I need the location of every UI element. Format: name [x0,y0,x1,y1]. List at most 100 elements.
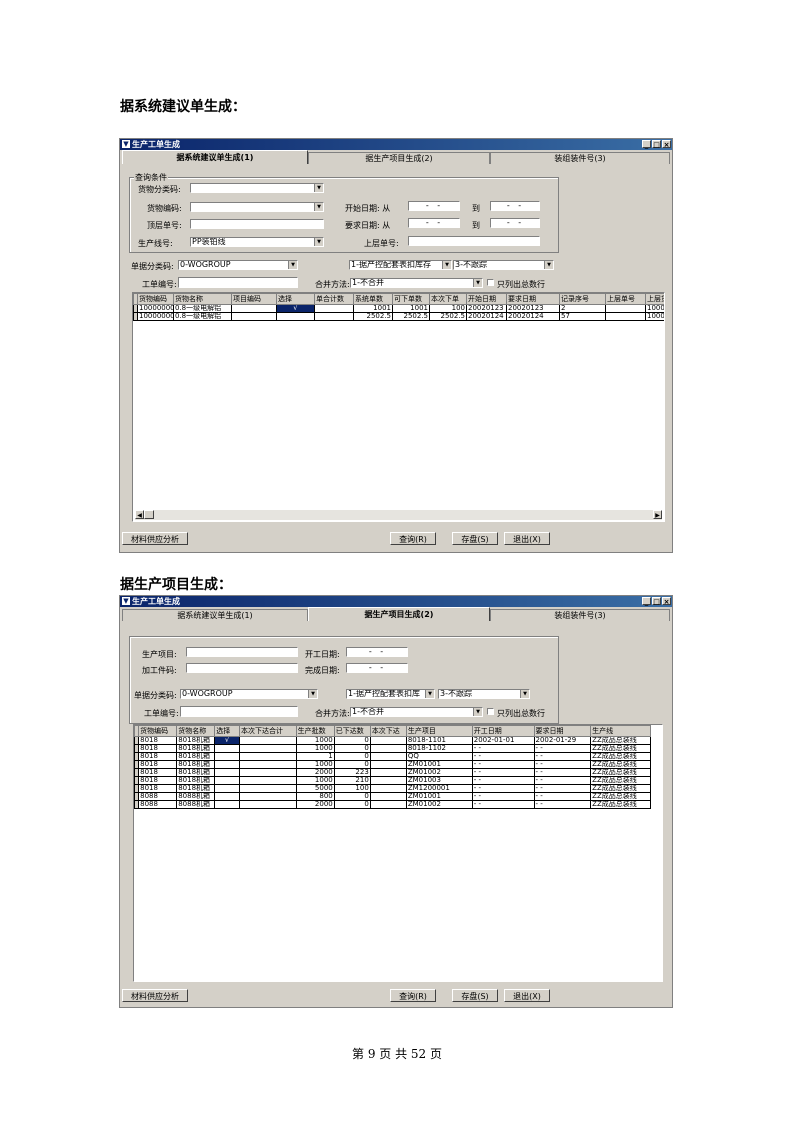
scroll-right-icon[interactable]: ▶ [653,510,662,519]
table-cell[interactable]: 20020123 [506,304,560,313]
column-header[interactable]: 生产线 [590,725,651,737]
tab-assembly-part[interactable]: 装组装件号(3) [490,152,670,164]
table-cell[interactable]: ZM01001 [405,792,473,801]
table-cell[interactable]: 8088 [138,792,178,801]
table-cell[interactable]: 0 [333,752,371,761]
table-cell[interactable] [239,784,297,793]
table-cell[interactable] [369,736,407,745]
close-icon[interactable]: × [662,140,671,149]
doc-category-select[interactable]: 0-WOGROUP ▼ [180,689,318,699]
table-cell[interactable] [231,304,277,313]
table-cell[interactable]: ZZ成品总装线 [590,744,651,753]
table-cell[interactable]: ZZ成品总装线 [590,776,651,785]
table-cell[interactable]: 2000 [295,800,335,809]
table-row[interactable]: 8018 8018机箱 1000 0 8018-1102- -- - ZZ成品总装线 [134,744,651,753]
table-cell[interactable]: 20020124 [466,312,507,321]
category-select[interactable]: ▼ [190,183,324,193]
req-date-to-input[interactable]: - - [490,218,540,228]
table-cell[interactable]: 2 [559,304,606,313]
table-cell[interactable] [239,776,297,785]
maximize-icon[interactable]: □ [652,597,661,606]
column-header[interactable]: 选择 [214,725,240,737]
column-header[interactable]: 上层货 [645,293,664,305]
table-row[interactable]: 8018 8018机箱 1000 210 ZM01003- -- - ZZ成品总装线 [134,776,651,785]
column-header[interactable]: 可下单数 [392,293,430,305]
tab-production-project[interactable]: 据生产项目生成(2) [308,152,490,164]
table-cell[interactable]: ZM01003 [405,776,473,785]
table-cell[interactable]: √ [276,304,315,313]
table-cell[interactable] [214,776,240,785]
table-cell[interactable]: 1000 [295,744,335,753]
material-supply-button[interactable]: 材料供应分析 [122,989,188,1002]
table-cell[interactable] [369,784,407,793]
table-cell[interactable] [239,760,297,769]
column-header[interactable]: 货物编码 [137,293,174,305]
table-cell[interactable]: 100000 [645,312,664,321]
column-header[interactable]: 选择 [276,293,315,305]
query-button[interactable]: 查询(R) [390,532,436,545]
table-cell[interactable]: 223 [333,768,371,777]
table-cell[interactable] [314,312,354,321]
table-row[interactable]: 8018 8018机箱 2000 223 ZM01002- -- - ZZ成品总装线 [134,768,651,777]
table-cell[interactable]: 1000 [295,736,335,745]
table-cell[interactable]: 1 [295,752,335,761]
column-header[interactable]: 本次下达 [369,725,407,737]
table-cell[interactable]: - - [533,792,592,801]
table-cell[interactable]: 2502.5 [353,312,393,321]
column-header[interactable]: 已下达数 [333,725,371,737]
merge-select[interactable]: 1-不合并 ▼ [350,278,483,288]
table-cell[interactable]: 8018机箱 [176,736,216,745]
table-cell[interactable] [214,752,240,761]
column-header[interactable]: 上层单号 [605,293,646,305]
column-header[interactable]: 货物编码 [138,725,178,737]
column-header[interactable]: 开工日期 [471,725,535,737]
minimize-icon[interactable]: _ [642,597,651,606]
column-header[interactable]: 单合计数 [314,293,354,305]
doc-category-select[interactable]: 0-WOGROUP ▼ [178,260,298,270]
start-date-from-input[interactable]: - - [408,201,460,211]
table-cell[interactable]: 1001 [353,304,393,313]
top-order-input[interactable] [190,219,324,229]
save-button[interactable]: 存盘(S) [452,532,498,545]
order-no-input[interactable] [180,706,298,717]
table-cell[interactable] [239,736,297,745]
table-cell[interactable]: 100 [429,304,467,313]
req-date-from-input[interactable]: - - [408,218,460,228]
table-cell[interactable] [214,784,240,793]
scroll-left-icon[interactable]: ◀ [135,510,144,519]
table-cell[interactable]: 2000 [295,768,335,777]
table-cell[interactable]: 8018机箱 [176,784,216,793]
upper-order-input[interactable] [408,236,540,246]
table-cell[interactable]: 1001 [392,304,430,313]
table-cell[interactable] [369,768,407,777]
table-cell[interactable]: QQ [405,752,473,761]
column-header[interactable]: 系统单数 [353,293,393,305]
table-cell[interactable] [369,760,407,769]
table-cell[interactable]: - - [471,800,535,809]
query-button[interactable]: 查询(R) [390,989,436,1002]
table-cell[interactable]: 10000000 [137,312,174,321]
table-row[interactable]: 8088 8088机箱 800 0 ZM01001- -- - ZZ成品总装线 [134,792,651,801]
merge-select[interactable]: 1-不合并 ▼ [350,707,483,717]
table-cell[interactable] [605,312,646,321]
table-cell[interactable]: 8018机箱 [176,744,216,753]
table-cell[interactable]: 0 [333,744,371,753]
table-cell[interactable] [214,760,240,769]
column-header[interactable]: 记录序号 [559,293,606,305]
total-only-checkbox[interactable] [487,708,494,715]
column-header[interactable]: 货物名称 [173,293,232,305]
table-cell[interactable]: ZM1200001 [405,784,473,793]
table-cell[interactable]: 0 [333,760,371,769]
table-cell[interactable]: √ [214,736,240,745]
table-cell[interactable]: ZM01001 [405,760,473,769]
table-cell[interactable] [231,312,277,321]
table-cell[interactable]: 210 [333,776,371,785]
table-cell[interactable] [239,768,297,777]
table-cell[interactable] [214,800,240,809]
minimize-icon[interactable]: _ [642,140,651,149]
table-cell[interactable]: 10000000 [137,304,174,313]
table-row[interactable]: 8018 8018机箱 5000 100 ZM1200001- -- - ZZ成品总装线 [134,784,651,793]
table-cell[interactable] [239,792,297,801]
table-cell[interactable] [214,744,240,753]
table-cell[interactable]: 20020123 [466,304,507,313]
